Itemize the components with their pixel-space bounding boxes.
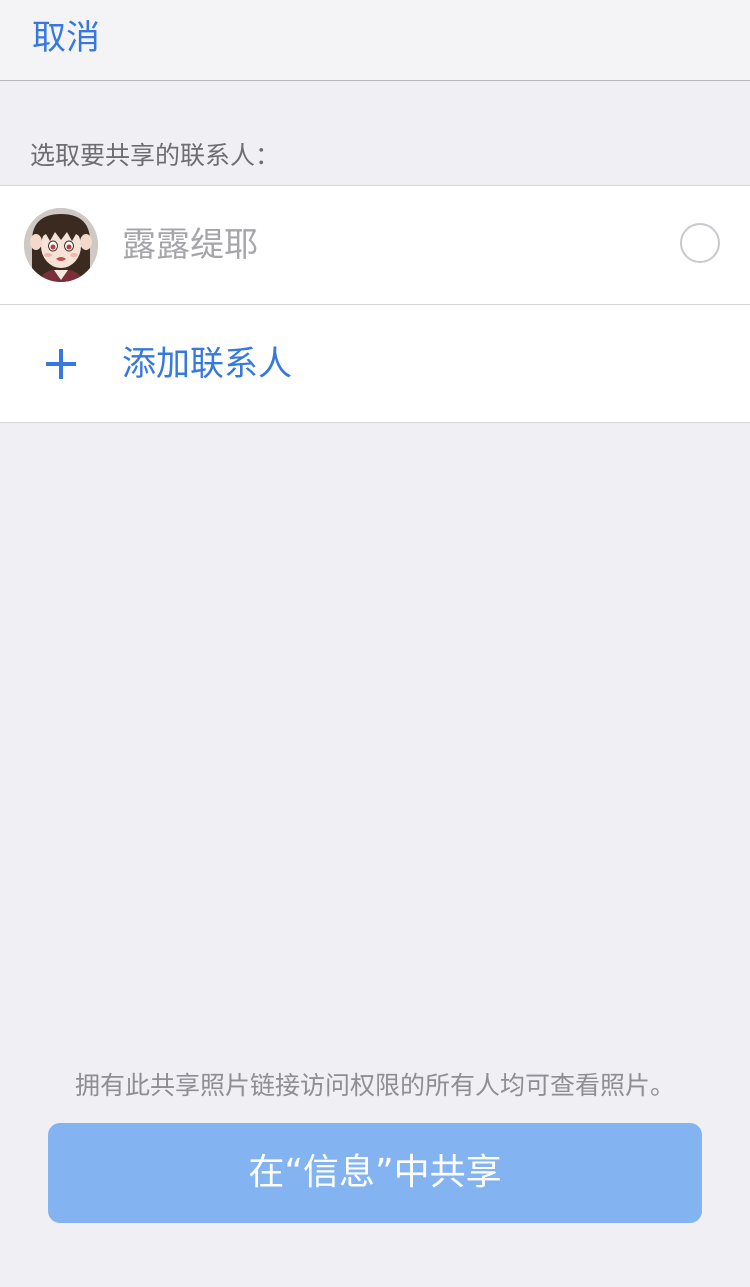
contact-row[interactable]: 露露缇耶 — [0, 186, 750, 304]
navigation-bar: 取消 — [0, 0, 750, 81]
add-contact-label: 添加联系人 — [122, 344, 292, 384]
contact-name: 露露缇耶 — [122, 225, 258, 265]
cancel-button[interactable]: 取消 — [32, 16, 100, 60]
add-contact-row[interactable]: 添加联系人 — [0, 304, 750, 422]
footer-note: 拥有此共享照片链接访问权限的所有人均可查看照片。 — [74, 1071, 675, 1100]
plus-icon — [43, 346, 79, 382]
contact-list: 露露缇耶 添加联系人 — [0, 185, 750, 423]
avatar-anime-girl-icon — [24, 208, 98, 282]
section-header: 选取要共享的联系人： — [30, 141, 281, 170]
share-in-messages-button[interactable]: 在“信息”中共享 — [48, 1123, 702, 1223]
select-contact-checkbox[interactable] — [680, 223, 720, 263]
